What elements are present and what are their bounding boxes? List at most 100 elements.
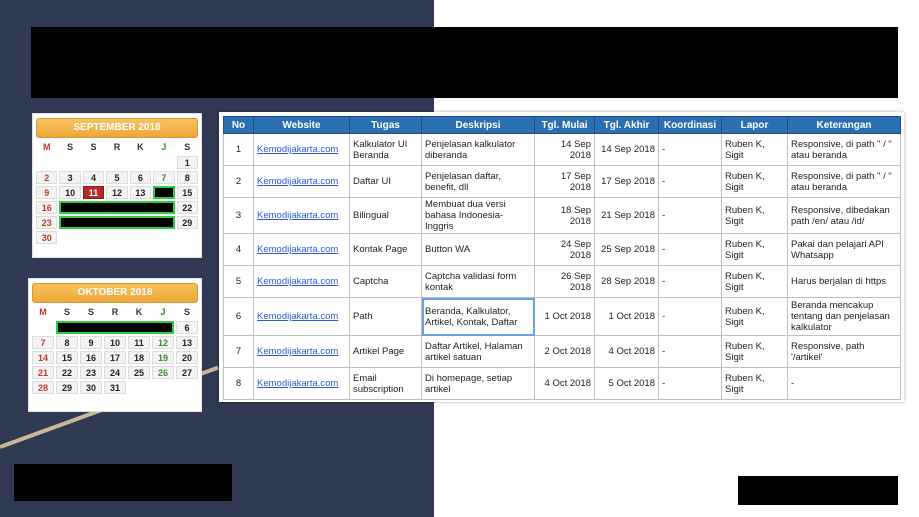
calendar-day[interactable]: 31: [104, 381, 126, 394]
calendar-day[interactable]: 22: [176, 201, 198, 214]
header-tgl-akhir: Tgl. Akhir: [594, 116, 659, 134]
report-to: Ruben K, Sigit: [721, 133, 788, 166]
redacted-title-bar: [31, 27, 898, 98]
calendar-day[interactable]: 30: [36, 231, 58, 244]
weekday-label: S: [87, 307, 94, 317]
coordination: -: [658, 367, 722, 400]
end-date: 28 Sep 2018: [594, 265, 659, 298]
calendar-day[interactable]: 8: [56, 336, 78, 349]
calendar-day[interactable]: 16: [80, 351, 102, 364]
notes: Responsive, di path " / " atau beranda: [787, 165, 901, 198]
header-deskripsi: Deskripsi: [421, 116, 535, 134]
calendar-day[interactable]: 7: [32, 336, 54, 349]
report-to: Ruben K, Sigit: [721, 335, 788, 368]
calendar-day[interactable]: 3: [59, 171, 81, 184]
calendar-day[interactable]: 11: [128, 336, 150, 349]
coordination: -: [658, 265, 722, 298]
weekday-label: M: [39, 307, 47, 317]
calendar-september: SEPTEMBER 2018 M S S R K J S 1 2 3 4 5 6 7 8 9 10 11 12 13 1…: [32, 113, 202, 258]
calendar-day[interactable]: 25: [128, 366, 150, 379]
calendar-day[interactable]: 1: [176, 156, 198, 169]
task-name: Path: [349, 297, 422, 336]
notes: Responsive, path '/artikel': [787, 335, 901, 368]
calendar-day[interactable]: 30: [80, 381, 102, 394]
calendar-day[interactable]: 26: [152, 366, 174, 379]
start-date: 24 Sep 2018: [534, 233, 595, 266]
empty-day-cell: [130, 156, 151, 169]
start-date: 4 Oct 2018: [534, 367, 595, 400]
calendar-day[interactable]: 27: [176, 366, 198, 379]
website-link[interactable]: Kemodijakarta.com: [253, 335, 350, 368]
empty-day-cell: [59, 231, 80, 244]
calendar-day[interactable]: 18: [128, 351, 150, 364]
calendar-day[interactable]: 28: [32, 381, 54, 394]
empty-day-cell: [59, 156, 80, 169]
weekday-label: M: [42, 142, 51, 152]
calendar-month-title: OKTOBER 2018: [32, 283, 198, 303]
calendar-day[interactable]: 23: [36, 216, 58, 229]
weekday-label: J: [160, 307, 166, 317]
website-link[interactable]: Kemodijakarta.com: [253, 233, 350, 266]
row-number: 8: [223, 367, 254, 400]
website-link[interactable]: Kemodijakarta.com: [253, 265, 350, 298]
calendar-day[interactable]: 29: [56, 381, 78, 394]
calendar-day[interactable]: 12: [152, 336, 174, 349]
end-date: 5 Oct 2018: [594, 367, 659, 400]
coordination: -: [658, 133, 722, 166]
calendar-day[interactable]: 6: [176, 321, 198, 334]
calendar-day[interactable]: 24: [104, 366, 126, 379]
task-description: Membuat dua versi bahasa Indonesia-Inggr…: [421, 197, 535, 234]
calendar-day[interactable]: 13: [129, 186, 152, 199]
coordination: -: [658, 233, 722, 266]
website-link[interactable]: Kemodijakarta.com: [253, 165, 350, 198]
calendar-day[interactable]: 9: [80, 336, 102, 349]
calendar-day[interactable]: 12: [106, 186, 128, 199]
calendar-day[interactable]: 17: [104, 351, 126, 364]
weekday-label: R: [113, 142, 121, 152]
weekday-label: J: [161, 142, 167, 152]
empty-day-cell: [128, 381, 150, 394]
calendar-day[interactable]: 16: [36, 201, 58, 214]
calendar-day[interactable]: 9: [36, 186, 58, 199]
calendar-day[interactable]: 23: [80, 366, 102, 379]
redacted-footer-right: [738, 476, 898, 505]
end-date: 21 Sep 2018: [594, 197, 659, 234]
weekday-label: S: [90, 142, 97, 152]
row-number: 1: [223, 133, 254, 166]
report-to: Ruben K, Sigit: [721, 367, 788, 400]
start-date: 17 Sep 2018: [534, 165, 595, 198]
calendar-day[interactable]: 5: [106, 171, 128, 184]
calendar-day[interactable]: 29: [176, 216, 198, 229]
weekday-label: K: [135, 307, 143, 317]
calendar-day[interactable]: 22: [56, 366, 78, 379]
calendar-day[interactable]: 21: [32, 366, 54, 379]
calendar-day[interactable]: 15: [56, 351, 78, 364]
calendar-day[interactable]: 10: [104, 336, 126, 349]
calendar-day[interactable]: 4: [82, 171, 105, 184]
website-link[interactable]: Kemodijakarta.com: [253, 133, 350, 166]
notes: Pakai dan pelajari API Whatsapp: [787, 233, 901, 266]
end-date: 25 Sep 2018: [594, 233, 659, 266]
calendar-day[interactable]: 10: [59, 186, 81, 199]
redacted-day-cells: [153, 186, 175, 199]
website-link[interactable]: Kemodijakarta.com: [253, 367, 350, 400]
calendar-day[interactable]: 6: [129, 171, 152, 184]
calendar-grid: M S S R K J S 1 2 3 4 5 6 7 8 9 10 11 12 13 15 16 22 23 29 30: [36, 141, 198, 244]
weekday-label: S: [63, 307, 70, 317]
calendar-day[interactable]: 2: [36, 171, 58, 184]
website-link[interactable]: Kemodijakarta.com: [253, 297, 350, 336]
calendar-day[interactable]: 15: [176, 186, 198, 199]
calendar-day[interactable]: 20: [176, 351, 198, 364]
redacted-day-cells: [59, 201, 175, 214]
website-link[interactable]: Kemodijakarta.com: [253, 197, 350, 234]
header-tgl-mulai: Tgl. Mulai: [534, 116, 595, 134]
notes: -: [787, 367, 901, 400]
calendar-day[interactable]: 8: [176, 171, 198, 184]
end-date: 4 Oct 2018: [594, 335, 659, 368]
calendar-day[interactable]: 11: [82, 186, 105, 199]
calendar-day[interactable]: 14: [32, 351, 54, 364]
table-row: 5 Kemodijakarta.com Captcha Captcha validas…: [223, 265, 901, 298]
calendar-day[interactable]: 19: [152, 351, 174, 364]
calendar-day[interactable]: 13: [176, 336, 198, 349]
calendar-day[interactable]: 7: [153, 171, 175, 184]
